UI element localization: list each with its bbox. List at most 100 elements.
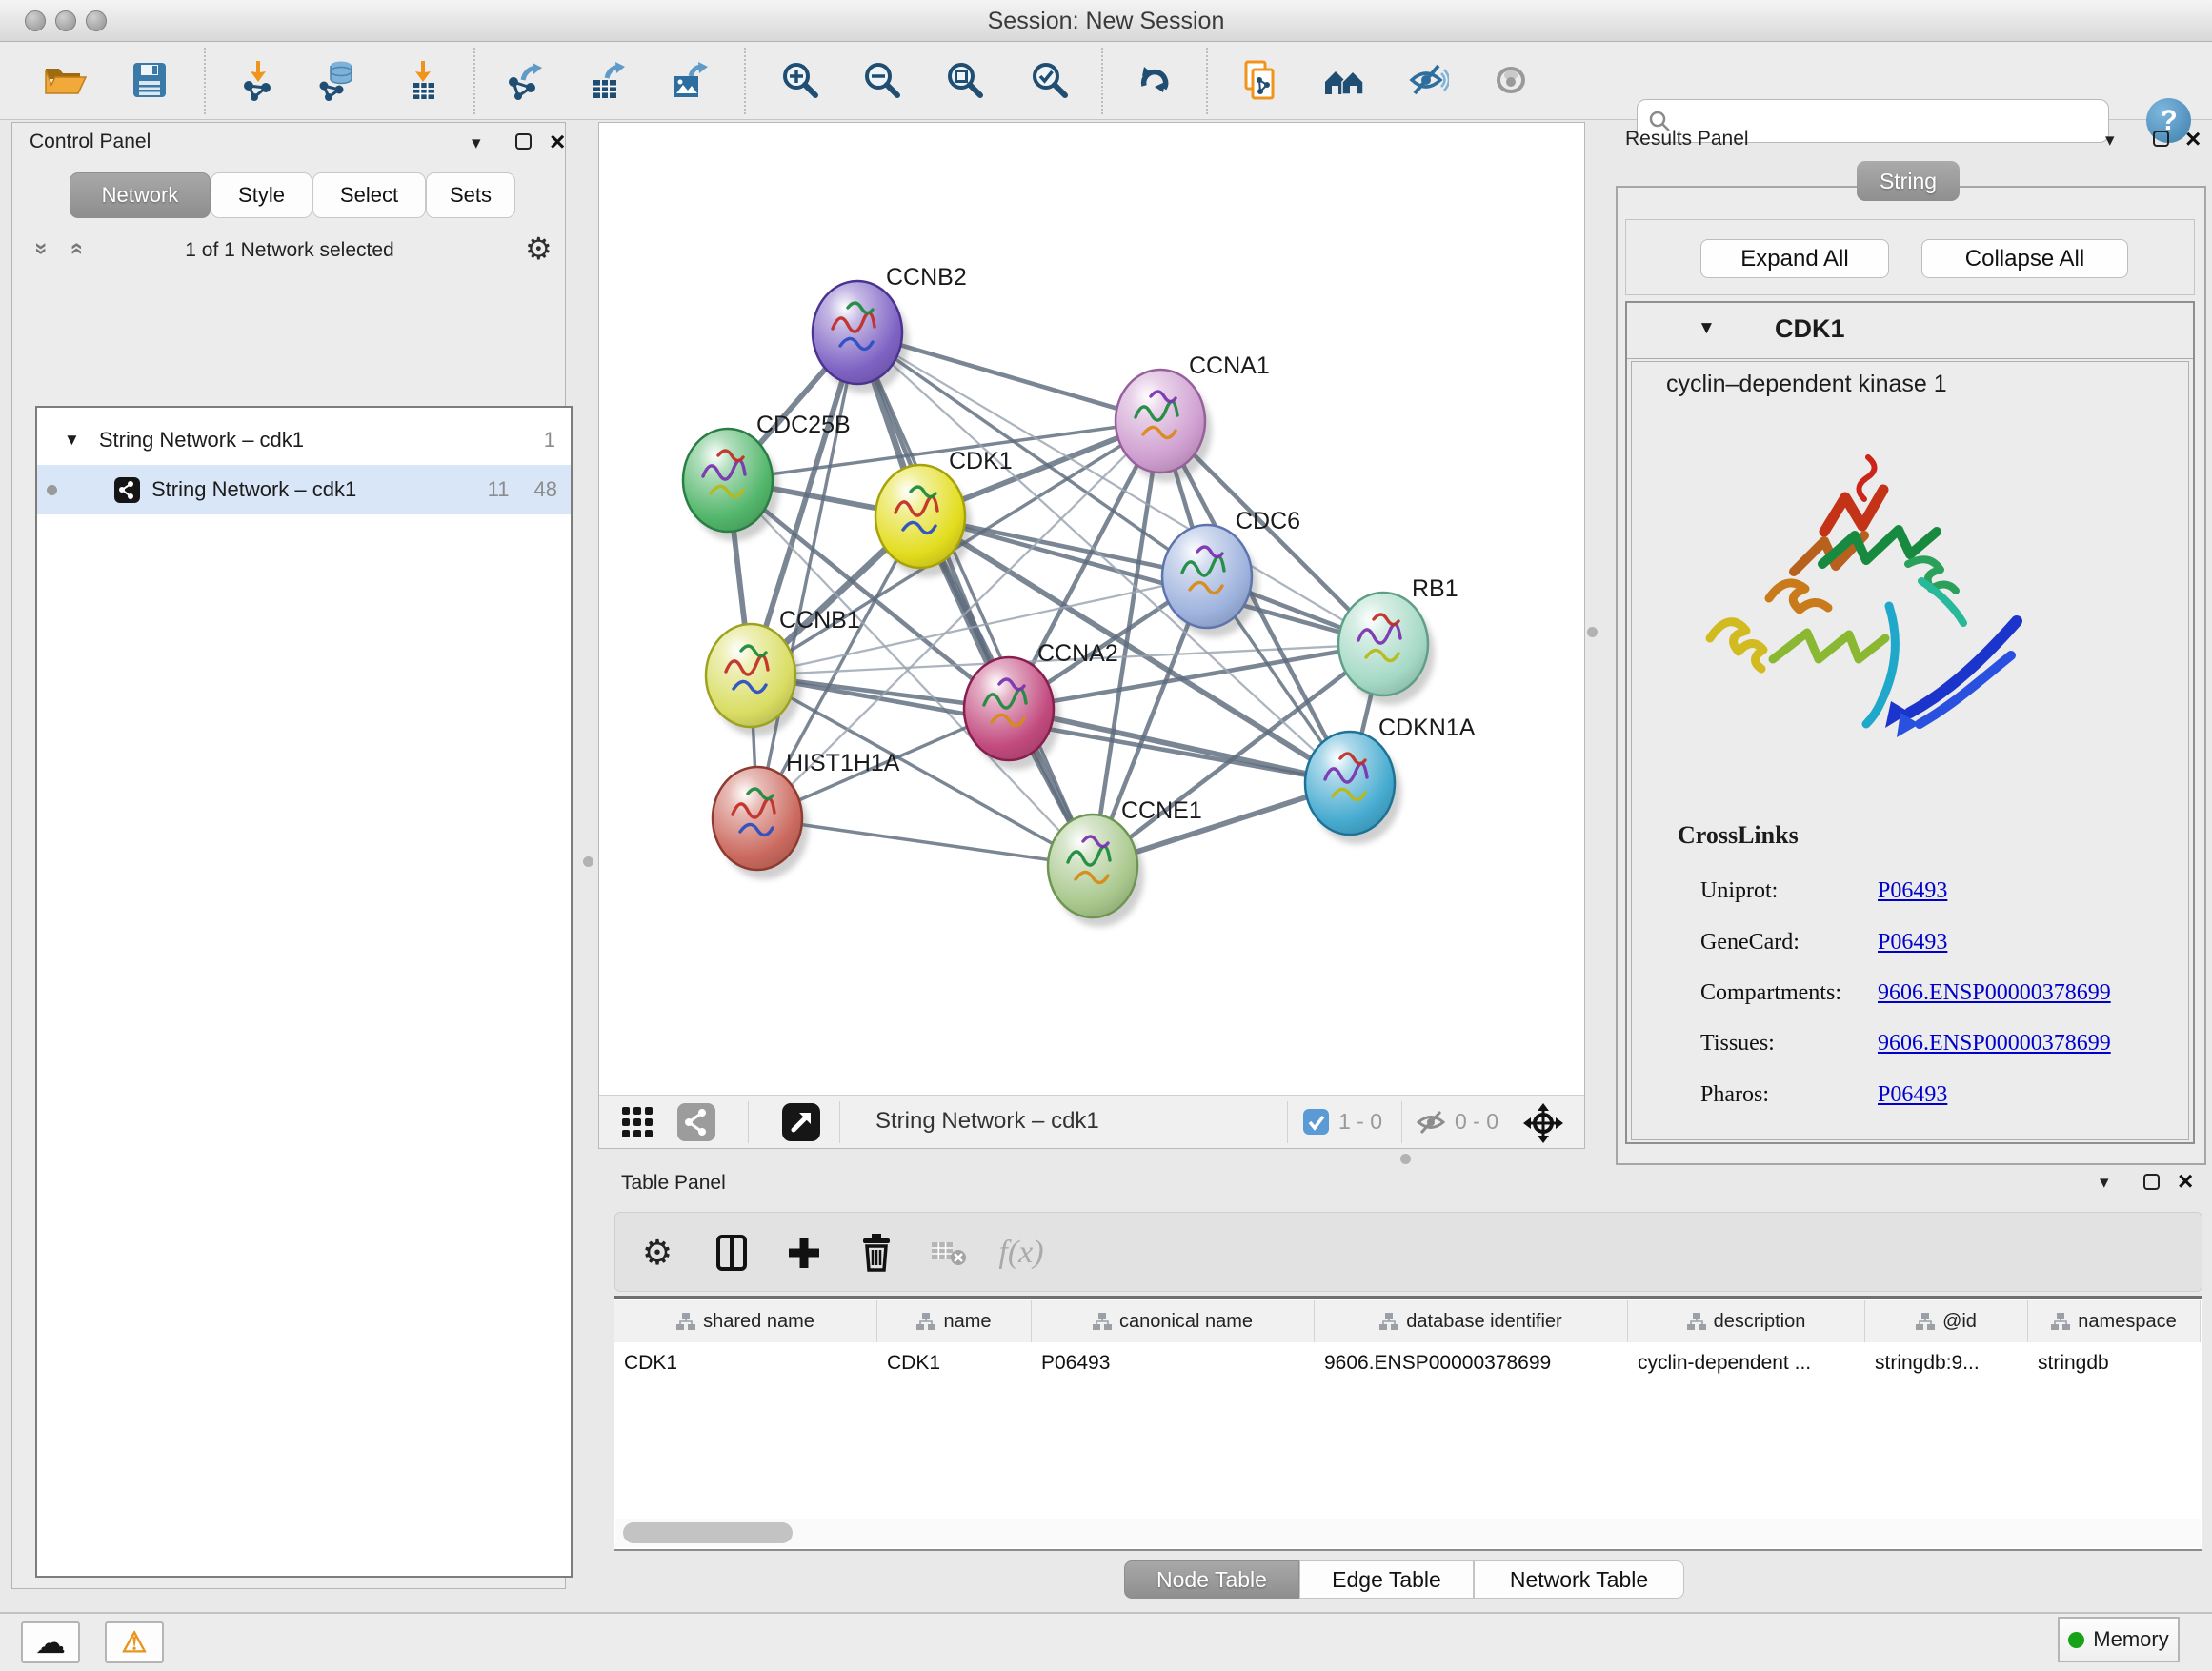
refresh-button[interactable] [1127,51,1180,109]
table-panel-float-icon[interactable] [2143,1174,2160,1190]
home-button[interactable] [1317,51,1371,109]
fit-content-crosshair-icon[interactable] [1521,1101,1565,1150]
export-network-icon [504,59,546,101]
tab-sets[interactable]: Sets [426,172,515,218]
collapse-all-button[interactable]: Collapse All [1921,239,2128,278]
crosslink-link[interactable]: P06493 [1878,930,1947,956]
grid-view-icon[interactable] [618,1103,656,1146]
expand-all-button[interactable]: Expand All [1700,239,1889,278]
hidden-count: 0 - 0 [1455,1109,1498,1135]
add-row-plus-icon[interactable] [777,1226,831,1279]
network-node[interactable]: CCNB2 [813,264,967,393]
crosslink-link[interactable]: P06493 [1878,878,1947,904]
copy-network-button[interactable] [1233,51,1286,109]
import-network-file-button[interactable] [231,51,285,109]
column-header-shared-name[interactable]: shared name [614,1300,877,1342]
network-node[interactable]: RB1 [1338,575,1458,705]
network-view-toolbar: String Network – cdk1 1 - 0 0 - 0 [599,1095,1584,1148]
open-folder-icon [42,59,88,101]
column-type-icon [2051,1312,2070,1331]
network-edge[interactable] [920,516,1383,644]
import-network-database-button[interactable] [311,51,364,109]
table-horizontal-scrollbar[interactable] [615,1519,2201,1547]
collection-expander-icon[interactable]: ▼ [64,431,80,450]
column-header-database-identifier[interactable]: database identifier [1315,1300,1628,1342]
results-panel-close-icon[interactable]: × [2185,130,2201,149]
cloud-services-button[interactable]: ☁ [21,1621,80,1663]
scrollbar-thumb[interactable] [623,1522,793,1543]
control-panel-menu-icon[interactable]: ▾ [472,132,481,154]
tab-edge-table[interactable]: Edge Table [1299,1560,1474,1599]
crosslink-label: Compartments: [1700,980,1841,1006]
column-header-canonical-name[interactable]: canonical name [1032,1300,1315,1342]
results-panel-menu-icon[interactable]: ▾ [2105,130,2115,151]
hidden-eye-icon[interactable] [1415,1107,1447,1142]
zoom-selected-button[interactable] [1023,51,1076,109]
control-panel-close-icon[interactable]: × [550,132,565,151]
delete-trash-icon[interactable] [850,1226,903,1279]
network-canvas[interactable]: CCNB2CCNA1CDC25BCDK1CDC6RB1CCNB1CCNA2CDK… [599,123,1584,1095]
add-column-icon[interactable] [705,1226,758,1279]
control-panel-float-icon[interactable] [515,133,532,150]
tab-style[interactable]: Style [211,172,312,218]
memory-button[interactable]: Memory [2058,1617,2180,1662]
network-node[interactable]: CCNA1 [1116,352,1270,482]
crosslink-link[interactable]: 9606.ENSP00000378699 [1878,980,2111,1006]
gene-section-header[interactable]: ▼ CDK1 [1627,303,2193,359]
table-cell[interactable]: stringdb:9... [1865,1344,2028,1382]
birds-eye-view-icon[interactable] [782,1103,820,1146]
column-header-name[interactable]: name [877,1300,1032,1342]
network-share-view-icon[interactable] [677,1103,715,1146]
network-node[interactable]: CDC25B [683,412,851,541]
table-cell[interactable]: 9606.ENSP00000378699 [1315,1344,1628,1382]
results-panel-title: Results Panel [1625,128,1749,151]
export-network-button[interactable] [498,51,552,109]
right-splitter-grip[interactable] [1587,627,1598,637]
zoom-fit-button[interactable] [938,51,992,109]
gene-expander-icon[interactable]: ▼ [1698,318,1716,339]
table-cell[interactable]: CDK1 [614,1344,877,1382]
export-table-button[interactable] [580,51,633,109]
left-splitter-grip[interactable] [583,856,593,867]
network-collection-row[interactable]: ▼ String Network – cdk1 1 [37,415,571,465]
zoom-out-button[interactable] [855,51,909,109]
network-node-label: CCNA2 [1037,640,1118,667]
save-session-button[interactable] [123,51,176,109]
tab-node-table[interactable]: Node Table [1124,1560,1299,1599]
column-header-namespace[interactable]: namespace [2028,1300,2201,1342]
bottom-splitter-grip[interactable] [1400,1154,1411,1164]
network-node[interactable]: CDKN1A [1305,715,1476,844]
network-selected-status: 1 of 1 Network selected [12,239,567,262]
network-node[interactable]: HIST1H1A [713,750,900,879]
selected-checkbox-icon[interactable] [1303,1109,1329,1139]
table-cell[interactable]: cyclin-dependent ... [1628,1344,1865,1382]
tab-network-table[interactable]: Network Table [1474,1560,1684,1599]
zoom-in-button[interactable] [774,51,827,109]
table-panel-menu-icon[interactable]: ▾ [2100,1172,2109,1194]
tab-network[interactable]: Network [70,172,211,218]
crosslink-link[interactable]: P06493 [1878,1082,1947,1108]
open-session-button[interactable] [38,51,91,109]
network-row[interactable]: String Network – cdk1 11 48 [37,465,571,514]
table-panel-close-icon[interactable]: × [2178,1172,2193,1191]
crosslink-link[interactable]: 9606.ENSP00000378699 [1878,1031,2111,1057]
tab-string[interactable]: String [1857,161,1960,201]
table-cell[interactable]: P06493 [1032,1344,1315,1382]
warnings-button[interactable]: ⚠ [105,1621,164,1663]
show-all-button[interactable] [1484,51,1538,109]
export-image-button[interactable] [662,51,715,109]
tab-select[interactable]: Select [312,172,426,218]
column-header--id[interactable]: @id [1865,1300,2028,1342]
selected-count: 1 - 0 [1338,1109,1382,1135]
table-cell[interactable]: stringdb [2028,1344,2201,1382]
table-cell[interactable]: CDK1 [877,1344,1032,1382]
table-settings-gear-icon[interactable]: ⚙ [631,1226,684,1279]
results-panel-float-icon[interactable] [2153,131,2169,147]
network-options-gear-icon[interactable]: ⚙ [525,231,553,267]
import-table-button[interactable] [396,51,450,109]
column-header-description[interactable]: description [1628,1300,1865,1342]
network-node[interactable]: CDC6 [1162,508,1300,637]
hide-selection-button[interactable] [1401,51,1455,109]
network-label: String Network – cdk1 [151,477,356,502]
network-type-icon [114,477,140,503]
